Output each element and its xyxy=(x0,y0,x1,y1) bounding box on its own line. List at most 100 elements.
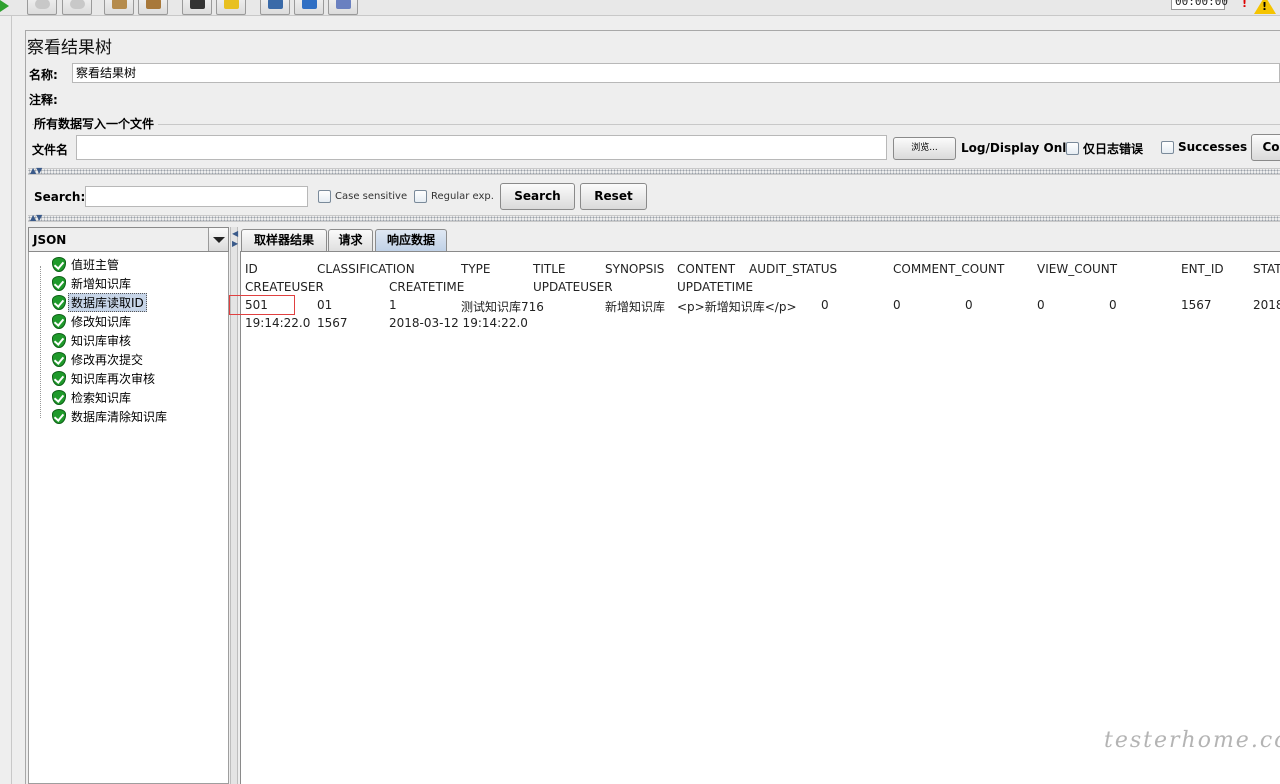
tree-item[interactable]: 新增知识库 xyxy=(52,274,131,292)
response-data-panel xyxy=(240,251,1280,784)
split-divider-middle[interactable] xyxy=(28,215,1280,222)
response-value-cell: 0 xyxy=(1109,298,1117,312)
search-input[interactable] xyxy=(85,186,308,207)
split-divider-top[interactable] xyxy=(28,168,1280,175)
errors-only-label: 仅日志错误 xyxy=(1083,142,1144,156)
renderer-selected-value: JSON xyxy=(33,233,67,247)
response-value-cell: 0 xyxy=(821,298,829,312)
name-input[interactable]: 察看结果树 xyxy=(72,63,1280,83)
collapse-left-icon[interactable]: ◀ xyxy=(232,229,238,238)
success-shield-icon xyxy=(52,332,66,348)
stop-button[interactable] xyxy=(62,0,92,15)
collapse-up-icon[interactable]: ▲▼ xyxy=(30,214,42,222)
response-header-cell: AUDIT_STATUS xyxy=(749,262,838,276)
binoculars-icon xyxy=(190,0,205,9)
response-header-cell: CREATETIME xyxy=(389,280,465,294)
regex-checkbox[interactable] xyxy=(414,190,427,203)
success-shield-icon xyxy=(52,256,66,272)
response-header-cell: ENT_ID xyxy=(1181,262,1224,276)
tree-item[interactable]: 知识库再次审核 xyxy=(52,369,155,387)
browse-button[interactable]: 浏览... xyxy=(893,137,956,160)
response-value-cell: 0 xyxy=(893,298,901,312)
errors-only-option[interactable]: 仅日志错误 xyxy=(1066,140,1143,157)
renderer-select[interactable]: JSON xyxy=(28,227,229,252)
info-icon xyxy=(302,0,317,9)
tree-item-label: 修改再次提交 xyxy=(71,352,144,367)
success-shield-icon xyxy=(52,351,66,367)
tab-response-data[interactable]: 响应数据 xyxy=(375,229,447,252)
toolbar: 00:00:00 ! ! xyxy=(0,0,1280,16)
response-value-cell: 测试知识库716 xyxy=(461,300,544,314)
tree-item[interactable]: 数据库清除知识库 xyxy=(52,407,167,425)
clear-button[interactable] xyxy=(104,0,134,15)
log-display-label: Log/Display Only: xyxy=(961,141,1079,155)
case-sensitive-label: Case sensitive xyxy=(335,191,408,202)
response-value-cell: 1567 xyxy=(317,316,348,330)
chevron-down-icon xyxy=(213,237,225,243)
errors-only-checkbox[interactable] xyxy=(1066,142,1079,155)
regex-option[interactable]: Regular exp. xyxy=(414,190,494,203)
tree-item-label: 知识库审核 xyxy=(71,333,132,348)
reset-search-button[interactable] xyxy=(216,0,246,15)
search-button[interactable]: Search xyxy=(500,183,575,210)
success-shield-icon xyxy=(52,408,66,424)
response-header-cell: ID xyxy=(245,262,258,276)
list-icon xyxy=(268,0,283,9)
start-arrow-icon[interactable] xyxy=(0,0,9,12)
successes-option[interactable]: Successes xyxy=(1161,140,1247,154)
response-header-cell: TITLE xyxy=(533,262,566,276)
tree-item[interactable]: 知识库审核 xyxy=(52,331,131,349)
response-value-cell: 2018 xyxy=(1253,298,1280,312)
tree-item-label: 新增知识库 xyxy=(71,276,132,291)
response-value-cell: 19:14:22.0 xyxy=(245,316,311,330)
help-button[interactable] xyxy=(294,0,324,15)
file-group-title: 所有数据写入一个文件 xyxy=(34,115,159,132)
response-header-cell: UPDATEUSER xyxy=(533,280,613,294)
start-no-pause-button[interactable] xyxy=(27,0,57,15)
reset-button[interactable]: Reset xyxy=(580,183,647,210)
collapse-right-icon[interactable]: ▶ xyxy=(232,239,238,248)
successes-checkbox[interactable] xyxy=(1161,140,1174,154)
success-shield-icon xyxy=(52,389,66,405)
response-value-cell: 0 xyxy=(1037,298,1045,312)
response-value-cell: 2018-03-12 19:14:22.0 xyxy=(389,316,528,330)
configure-button[interactable]: Co xyxy=(1251,134,1280,161)
tree-item-label: 数据库读取ID xyxy=(68,292,147,312)
error-count-indicator: ! xyxy=(1242,0,1248,10)
broom-icon xyxy=(146,0,161,9)
clear-all-button[interactable] xyxy=(138,0,168,15)
network-icon xyxy=(336,0,351,9)
response-header-cell: COMMENT_COUNT xyxy=(893,262,1005,276)
tree-item[interactable]: 数据库读取ID xyxy=(52,292,147,312)
tree-item-label: 知识库再次审核 xyxy=(71,371,156,386)
tab-sampler-result[interactable]: 取样器结果 xyxy=(241,229,327,252)
gray-circle-icon xyxy=(70,0,85,9)
comment-input[interactable] xyxy=(72,88,1280,108)
gray-circle-icon xyxy=(35,0,50,9)
tree-item[interactable]: 修改知识库 xyxy=(52,312,131,330)
case-sensitive-option[interactable]: Case sensitive xyxy=(318,190,407,203)
highlight-annotation-box xyxy=(229,295,295,315)
search-label: Search: xyxy=(34,190,86,204)
tab-request[interactable]: 请求 xyxy=(328,229,373,252)
case-sensitive-checkbox[interactable] xyxy=(318,190,331,203)
response-value-cell: 0 xyxy=(965,298,973,312)
tree-item[interactable]: 检索知识库 xyxy=(52,388,131,406)
tree-item[interactable]: 值班主管 xyxy=(52,255,119,273)
response-header-cell: CREATEUSER xyxy=(245,280,324,294)
success-shield-icon xyxy=(52,370,66,386)
response-value-cell: 1 xyxy=(389,298,397,312)
name-label: 名称: xyxy=(29,68,58,82)
collapse-up-icon[interactable]: ▲▼ xyxy=(30,167,42,175)
tree-item[interactable]: 修改再次提交 xyxy=(52,350,143,368)
success-shield-icon xyxy=(52,275,66,291)
remote-button[interactable] xyxy=(328,0,358,15)
tree-guide-line xyxy=(40,266,52,418)
comment-label: 注释: xyxy=(29,93,58,107)
function-helper-button[interactable] xyxy=(260,0,290,15)
response-value-cell: 新增知识库 xyxy=(605,300,666,314)
search-button[interactable] xyxy=(182,0,212,15)
success-shield-icon xyxy=(52,313,66,329)
filename-input[interactable] xyxy=(76,135,887,160)
renderer-dropdown-button[interactable] xyxy=(208,228,228,251)
